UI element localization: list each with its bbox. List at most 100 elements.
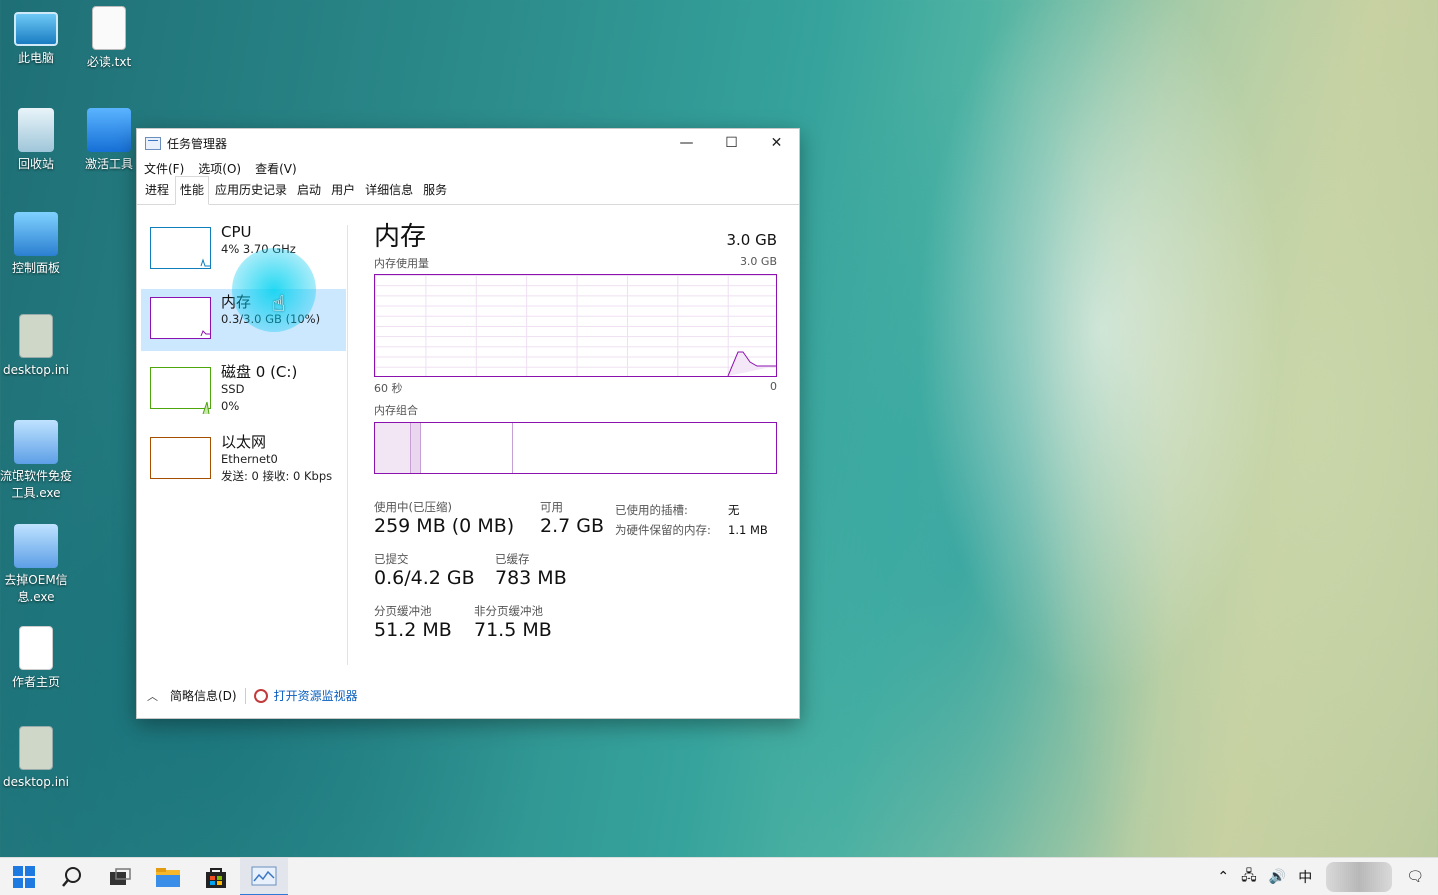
task-manager-taskbar-button[interactable] (240, 857, 288, 895)
chevron-up-icon[interactable]: ︿ (147, 688, 158, 704)
desktop-icon-label: 去掉OEM信息.exe (4, 573, 68, 604)
desktop-icon-label: 激活工具 (84, 157, 133, 171)
open-resource-monitor-link[interactable]: 打开资源监视器 (274, 687, 358, 704)
network-icon[interactable]: 🖧 (1241, 865, 1257, 889)
maximize-button[interactable]: ☐ (709, 129, 754, 157)
tab-users[interactable]: 用户 (327, 181, 359, 204)
tab-startup[interactable]: 启动 (293, 181, 325, 204)
search-button[interactable] (48, 858, 96, 895)
control-panel-icon (14, 212, 58, 256)
start-button[interactable] (0, 858, 48, 895)
tab-services[interactable]: 服务 (419, 181, 451, 204)
close-button[interactable]: ✕ (754, 129, 799, 157)
usage-label: 内存使用量 (374, 257, 429, 270)
window-title: 任务管理器 (167, 136, 228, 151)
tab-strip: 进程 性能 应用历史记录 启动 用户 详细信息 服务 (137, 176, 799, 205)
desktop-icon-immunity-tool[interactable]: 流氓软件免疫工具.exe (0, 420, 72, 502)
desktop-icon-label: 此电脑 (17, 51, 54, 65)
desktop-icon-recycle-bin[interactable]: 回收站 (0, 108, 72, 173)
task-view-button[interactable] (96, 858, 144, 895)
slots-label: 已使用的插槽: (615, 503, 688, 517)
resource-name: 以太网 (221, 433, 267, 451)
tab-performance[interactable]: 性能 (175, 176, 210, 205)
footer-divider (244, 687, 246, 704)
desktop-icon-label: desktop.ini (3, 775, 69, 789)
volume-icon[interactable]: 🔊 (1269, 869, 1286, 885)
task-manager-icon (145, 136, 161, 150)
desktop-icon-label: desktop.ini (3, 363, 69, 377)
package-icon (87, 108, 131, 152)
menu-view[interactable]: 查看(V) (255, 160, 297, 177)
composition-standby (421, 423, 513, 473)
desktop-icon-readme[interactable]: 必读.txt (73, 6, 145, 71)
menu-file[interactable]: 文件(F) (144, 160, 184, 177)
taskbar: ⌃ 🖧 🔊 中 🗨 (0, 857, 1438, 895)
windows-logo-icon (13, 865, 35, 888)
folder-icon (156, 867, 180, 887)
memory-detail-pane: 内存 3.0 GB 内存使用量 3.0 GB 60 秒 0 内存组合 使用中(已… (374, 219, 777, 650)
desktop-icon-control-panel[interactable]: 控制面板 (0, 212, 72, 277)
footer: ︿ 简略信息(D) 打开资源监视器 (147, 687, 358, 704)
composition-modified (411, 423, 421, 473)
desktop-icon-desktop-ini-2[interactable]: desktop.ini (0, 726, 72, 791)
cached-value: 783 MB (495, 567, 567, 589)
search-icon (62, 866, 81, 887)
notification-icon[interactable]: 🗨 (1406, 869, 1424, 885)
cpu-thumbnail-graph (150, 227, 211, 269)
pane-divider[interactable] (347, 225, 348, 665)
title-bar[interactable]: 任务管理器 — ☐ ✕ (137, 129, 799, 157)
recycle-bin-icon (18, 108, 54, 152)
desktop-icon-remove-oem[interactable]: 去掉OEM信息.exe (0, 524, 72, 606)
available-label: 可用 (540, 500, 563, 514)
resource-monitor-icon (253, 688, 268, 703)
task-manager-window: 任务管理器 — ☐ ✕ 文件(F) 选项(O) 查看(V) 进程 性能 应用历史… (136, 128, 800, 719)
reserved-label: 为硬件保留的内存: (615, 523, 711, 537)
paged-pool-label: 分页缓冲池 (374, 604, 432, 618)
desktop-icon-this-pc[interactable]: 此电脑 (0, 6, 72, 67)
executable-icon (14, 524, 58, 568)
minimize-button[interactable]: — (664, 129, 709, 157)
resource-name: 磁盘 0 (C:) (221, 363, 298, 381)
nonpaged-pool-label: 非分页缓冲池 (474, 604, 543, 618)
available-value: 2.7 GB (540, 515, 605, 537)
resource-item-disk[interactable]: 磁盘 0 (C:) SSD 0% (141, 359, 346, 421)
memory-total: 3.0 GB (726, 231, 777, 249)
clock-blurred[interactable] (1326, 862, 1393, 892)
resource-item-ethernet[interactable]: 以太网 Ethernet0 发送: 0 接收: 0 Kbps (141, 429, 346, 491)
paged-pool-value: 51.2 MB (374, 619, 452, 641)
ime-indicator[interactable]: 中 (1298, 867, 1312, 887)
memory-title: 内存 (374, 222, 427, 252)
tab-app-history[interactable]: 应用历史记录 (211, 181, 291, 204)
composition-in-use (375, 423, 411, 473)
resource-detail-2: 发送: 0 接收: 0 Kbps (221, 469, 333, 483)
memory-thumbnail-graph (150, 297, 211, 339)
file-explorer-button[interactable] (144, 858, 192, 895)
ethernet-thumbnail-graph (150, 437, 211, 479)
cursor-highlight (232, 248, 316, 332)
desktop-icon-activation-tool[interactable]: 激活工具 (73, 108, 145, 173)
tab-details[interactable]: 详细信息 (361, 181, 417, 204)
system-tray: ⌃ 🖧 🔊 中 🗨 (1211, 858, 1438, 895)
desktop-icon-desktop-ini-1[interactable]: desktop.ini (0, 314, 72, 379)
executable-icon (14, 420, 58, 464)
desktop-icon-author-home[interactable]: 作者主页 (0, 626, 72, 691)
in-use-value: 259 MB (0 MB) (374, 515, 515, 537)
hand-cursor-icon: ☝ (272, 292, 286, 317)
nonpaged-pool-value: 71.5 MB (474, 619, 552, 641)
fewer-details-button[interactable]: 简略信息(D) (170, 687, 237, 704)
reserved-value: 1.1 MB (728, 523, 768, 537)
axis-left-label: 60 秒 (374, 382, 403, 395)
desktop-icon-label: 流氓软件免疫工具.exe (0, 469, 73, 500)
web-page-icon (19, 626, 53, 670)
tab-processes[interactable]: 进程 (141, 181, 173, 204)
committed-label: 已提交 (374, 552, 409, 566)
resource-detail-2: 0% (221, 399, 240, 413)
resource-detail: Ethernet0 (221, 452, 278, 466)
chevron-up-icon[interactable]: ⌃ (1217, 869, 1229, 885)
slots-value: 无 (728, 503, 740, 517)
menu-options[interactable]: 选项(O) (198, 160, 241, 177)
desktop-icon-label: 必读.txt (86, 55, 132, 69)
committed-value: 0.6/4.2 GB (374, 567, 475, 589)
store-button[interactable] (192, 858, 240, 895)
composition-label: 内存组合 (374, 404, 418, 417)
